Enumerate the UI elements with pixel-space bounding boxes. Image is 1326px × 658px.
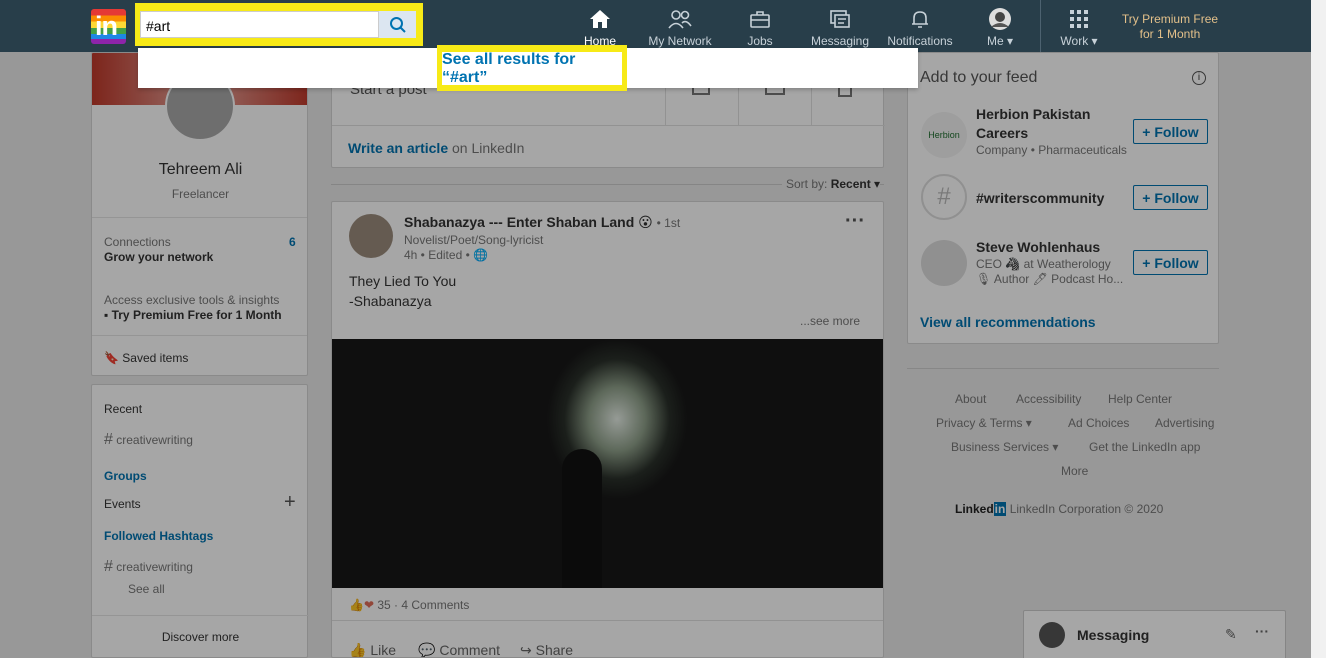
nav-messaging[interactable]: Messaging (808, 0, 872, 52)
nav-work-label: Work ▾ (1060, 34, 1098, 48)
see-all-results[interactable]: See all results for “#art” (442, 51, 622, 86)
linkedin-logo[interactable]: in (91, 9, 126, 44)
search-button[interactable] (379, 11, 416, 38)
nav-notifications-label: Notifications (887, 34, 953, 48)
nav-notifications[interactable]: Notifications (884, 0, 956, 52)
nav-my-network[interactable]: My Network (645, 0, 715, 52)
nav-my-network-label: My Network (648, 34, 712, 48)
bell-icon (908, 7, 932, 31)
nav-jobs-label: Jobs (747, 34, 773, 48)
avatar-icon (988, 7, 1012, 31)
nav-divider (1040, 0, 1041, 52)
messaging-icon (828, 7, 852, 31)
nav-me[interactable]: Me ▾ (978, 0, 1022, 52)
scrollbar[interactable] (1311, 0, 1326, 658)
nav-me-label: Me ▾ (986, 34, 1014, 48)
search-input[interactable]: #art (140, 11, 379, 38)
overlay (0, 52, 1311, 658)
jobs-icon (748, 7, 772, 31)
network-icon (668, 7, 692, 31)
search-icon (389, 16, 406, 33)
nav-messaging-label: Messaging (810, 34, 870, 48)
top-navigation: in #art Home My Network Jobs Messaging N… (0, 0, 1311, 52)
nav-jobs[interactable]: Jobs (740, 0, 780, 52)
grid-icon (1067, 7, 1091, 31)
premium-link[interactable]: Try Premium Free for 1 Month (1116, 12, 1224, 42)
home-icon (588, 7, 612, 31)
nav-work[interactable]: Work ▾ (1054, 0, 1104, 52)
